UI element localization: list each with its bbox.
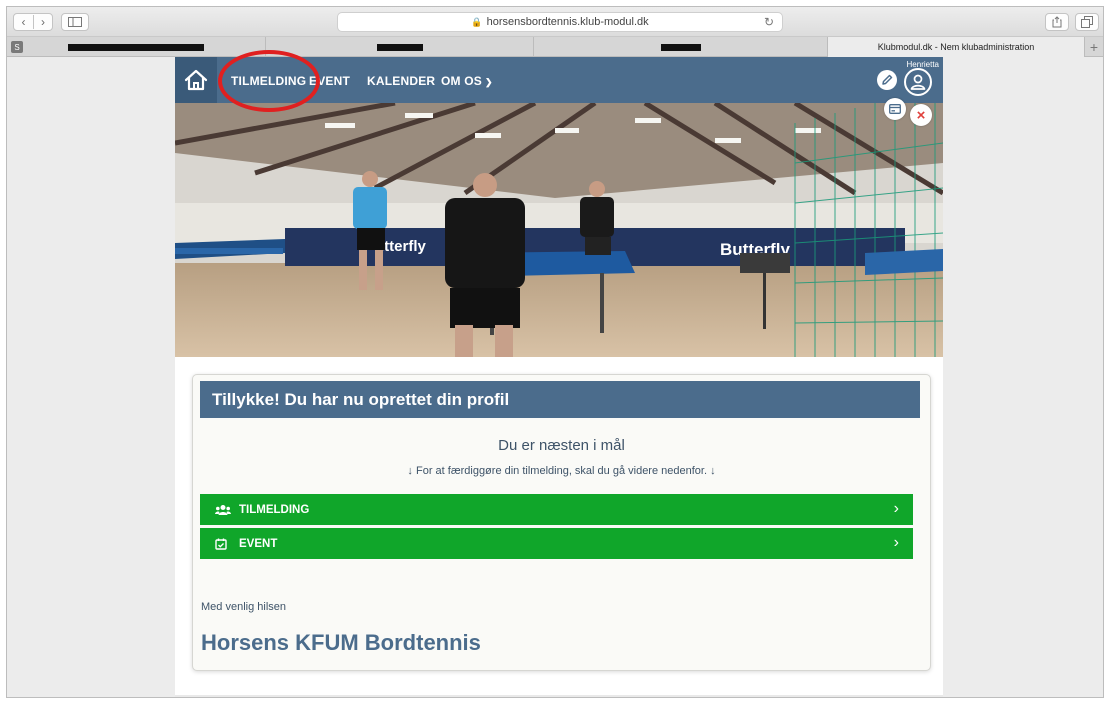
- calendar-check-icon: [215, 538, 233, 550]
- tab-title: Klubmodul.dk - Nem klubadministration: [877, 42, 1035, 52]
- lock-icon: 🔒: [471, 16, 483, 27]
- site-page: TILMELDING EVENT KALENDER OM OS ❯ Henriet…: [175, 57, 943, 697]
- back-forward-buttons[interactable]: ‹ ›: [13, 13, 53, 31]
- user-name: Henrietta: [906, 60, 939, 69]
- club-name: Horsens KFUM Bordtennis: [201, 630, 481, 655]
- nav-om-os[interactable]: OM OS ❯: [441, 74, 493, 88]
- event-button[interactable]: EVENT ›: [200, 528, 913, 559]
- browser-tab-2[interactable]: [266, 37, 534, 57]
- back-icon[interactable]: ‹: [14, 15, 33, 29]
- browser-window: ‹ › 🔒 horsensbordtennis.klub-modul.dk ↻ …: [6, 6, 1104, 698]
- pencil-icon: [882, 74, 893, 85]
- share-icon: [1052, 16, 1062, 28]
- edit-profile-button[interactable]: [877, 70, 897, 90]
- redacted-title: [660, 43, 701, 51]
- tilmelding-button-label: TILMELDING: [239, 503, 310, 516]
- home-icon: [184, 69, 208, 91]
- card-subtitle: Du er næsten i mål: [498, 437, 625, 454]
- page-viewport: TILMELDING EVENT KALENDER OM OS ❯ Henriet…: [7, 57, 1103, 697]
- membership-card-button[interactable]: [884, 98, 906, 120]
- url-text: horsensbordtennis.klub-modul.dk: [486, 16, 649, 28]
- tab-strip: S Klubmodul.dk - Nem klubadministration …: [7, 37, 1103, 57]
- nav-kalender[interactable]: KALENDER: [367, 74, 435, 88]
- logout-close-button[interactable]: ×: [910, 104, 932, 126]
- close-icon: ×: [916, 106, 926, 124]
- nav-om-os-label: OM OS: [441, 74, 483, 88]
- browser-tab-active[interactable]: Klubmodul.dk - Nem klubadministration: [828, 37, 1085, 57]
- new-tab-button[interactable]: +: [1085, 37, 1103, 56]
- regards-text: Med venlig hilsen: [201, 601, 286, 613]
- browser-toolbar: ‹ › 🔒 horsensbordtennis.klub-modul.dk ↻: [7, 7, 1103, 37]
- users-icon: [215, 504, 233, 516]
- address-bar[interactable]: 🔒 horsensbordtennis.klub-modul.dk ↻: [337, 12, 783, 32]
- tab-favicon: S: [11, 41, 23, 53]
- reload-icon[interactable]: ↻: [764, 15, 774, 29]
- card-header: Tillykke! Du har nu oprettet din profil: [200, 381, 920, 418]
- browser-tab-3[interactable]: [534, 37, 828, 57]
- home-button[interactable]: [175, 57, 217, 103]
- tabs-overview-icon: [1081, 16, 1093, 28]
- sidebar-toggle-button[interactable]: [61, 13, 89, 31]
- forward-icon[interactable]: ›: [33, 15, 52, 29]
- confirmation-card: Tillykke! Du har nu oprettet din profil …: [192, 374, 931, 671]
- card-instructions: ↓ For at færdiggøre din tilmelding, skal…: [407, 465, 716, 477]
- redacted-title: [68, 43, 204, 51]
- annotation-highlight-circle: [218, 50, 320, 112]
- redacted-title: [376, 43, 423, 51]
- browser-tab-1[interactable]: S: [7, 37, 266, 57]
- event-button-label: EVENT: [239, 537, 278, 550]
- show-tabs-button[interactable]: [1075, 13, 1099, 31]
- footer-divider: [175, 695, 943, 697]
- table-tennis-hall-image: utterfly Butterfly: [175, 103, 943, 357]
- user-profile-button[interactable]: [904, 68, 932, 96]
- chevron-right-icon: ›: [893, 500, 899, 517]
- hero-image: utterfly Butterfly: [175, 103, 943, 357]
- share-button[interactable]: [1045, 13, 1069, 31]
- user-icon: [910, 74, 926, 90]
- tilmelding-button[interactable]: TILMELDING ›: [200, 494, 913, 525]
- sidebar-icon: [68, 17, 82, 27]
- credit-card-icon: [889, 104, 901, 114]
- chevron-right-icon: ›: [893, 534, 899, 551]
- chevron-down-icon: ❯: [485, 77, 493, 87]
